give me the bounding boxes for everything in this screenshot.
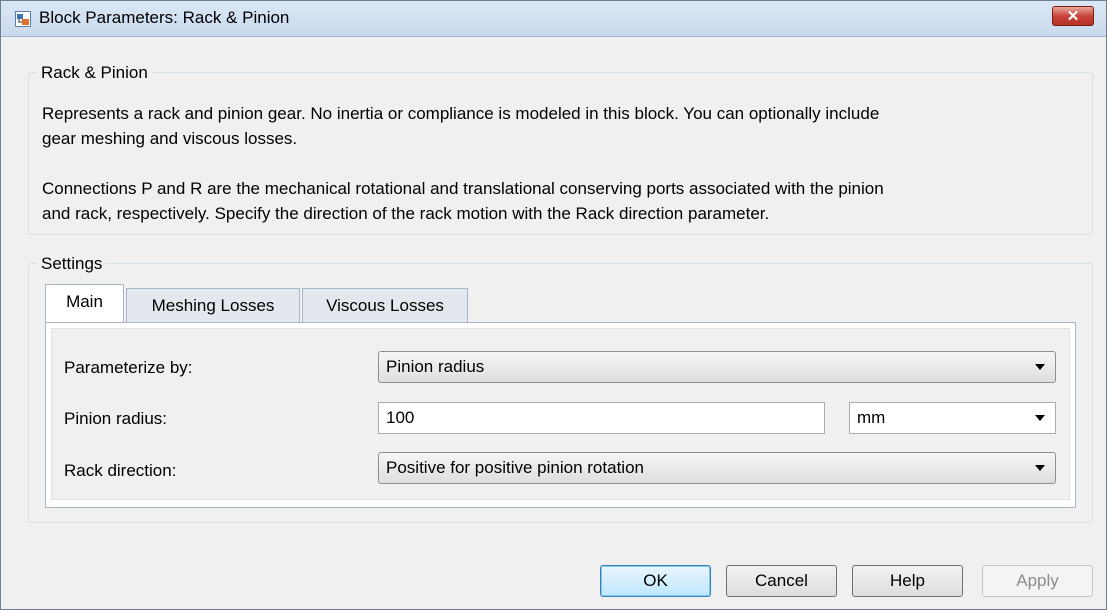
tab-label: Meshing Losses	[151, 296, 275, 315]
description-line: gear meshing and viscous losses.	[42, 129, 298, 148]
pinion-radius-unit-dropdown[interactable]: mm	[849, 402, 1056, 434]
apply-button: Apply	[982, 565, 1093, 597]
ok-button-label: OK	[643, 571, 668, 590]
chevron-down-icon	[1035, 465, 1045, 471]
tab-label: Main	[66, 292, 103, 311]
pinion-radius-value: 100	[386, 408, 415, 427]
help-button-label: Help	[890, 571, 925, 590]
settings-group-label: Settings	[37, 254, 107, 274]
apply-button-label: Apply	[1016, 571, 1059, 590]
close-button[interactable]: ✕	[1052, 6, 1094, 26]
description-line: Connections P and R are the mechanical r…	[42, 179, 884, 198]
chevron-down-icon	[1035, 415, 1045, 421]
description-line: Represents a rack and pinion gear. No in…	[42, 104, 880, 123]
pinion-radius-unit-value: mm	[857, 408, 886, 427]
cancel-button[interactable]: Cancel	[726, 565, 837, 597]
parameters-panel: Parameterize by: Pinion radius Pinion ra…	[51, 328, 1070, 500]
parameterize-by-label: Parameterize by:	[64, 358, 193, 377]
tab-meshing-losses[interactable]: Meshing Losses	[126, 288, 300, 324]
tab-main[interactable]: Main	[45, 284, 124, 322]
tab-label: Viscous Losses	[326, 296, 444, 315]
help-button[interactable]: Help	[852, 565, 963, 597]
title-bar[interactable]: Block Parameters: Rack & Pinion ✕	[1, 1, 1106, 37]
rack-direction-dropdown[interactable]: Positive for positive pinion rotation	[378, 452, 1056, 484]
window-title: Block Parameters: Rack & Pinion	[39, 8, 290, 27]
close-icon: ✕	[1066, 8, 1080, 25]
description-line: and rack, respectively. Specify the dire…	[42, 204, 770, 223]
description-group-label: Rack & Pinion	[37, 63, 152, 83]
chevron-down-icon	[1035, 364, 1045, 370]
tab-strip: Main Meshing Losses Viscous Losses	[45, 284, 545, 324]
parameterize-by-dropdown[interactable]: Pinion radius	[378, 351, 1056, 383]
dialog-window: Block Parameters: Rack & Pinion ✕ Rack &…	[0, 0, 1107, 610]
rack-direction-label: Rack direction:	[64, 461, 177, 480]
tab-viscous-losses[interactable]: Viscous Losses	[302, 288, 468, 324]
main-tab-panel: Parameterize by: Pinion radius Pinion ra…	[45, 322, 1076, 508]
ok-button[interactable]: OK	[600, 565, 711, 597]
rack-direction-value: Positive for positive pinion rotation	[386, 458, 644, 477]
cancel-button-label: Cancel	[755, 571, 808, 590]
block-description: Represents a rack and pinion gear. No in…	[42, 101, 884, 226]
simulink-block-icon	[15, 11, 31, 27]
pinion-radius-input[interactable]: 100	[378, 402, 825, 434]
parameterize-by-value: Pinion radius	[386, 357, 485, 376]
pinion-radius-label: Pinion radius:	[64, 409, 168, 428]
